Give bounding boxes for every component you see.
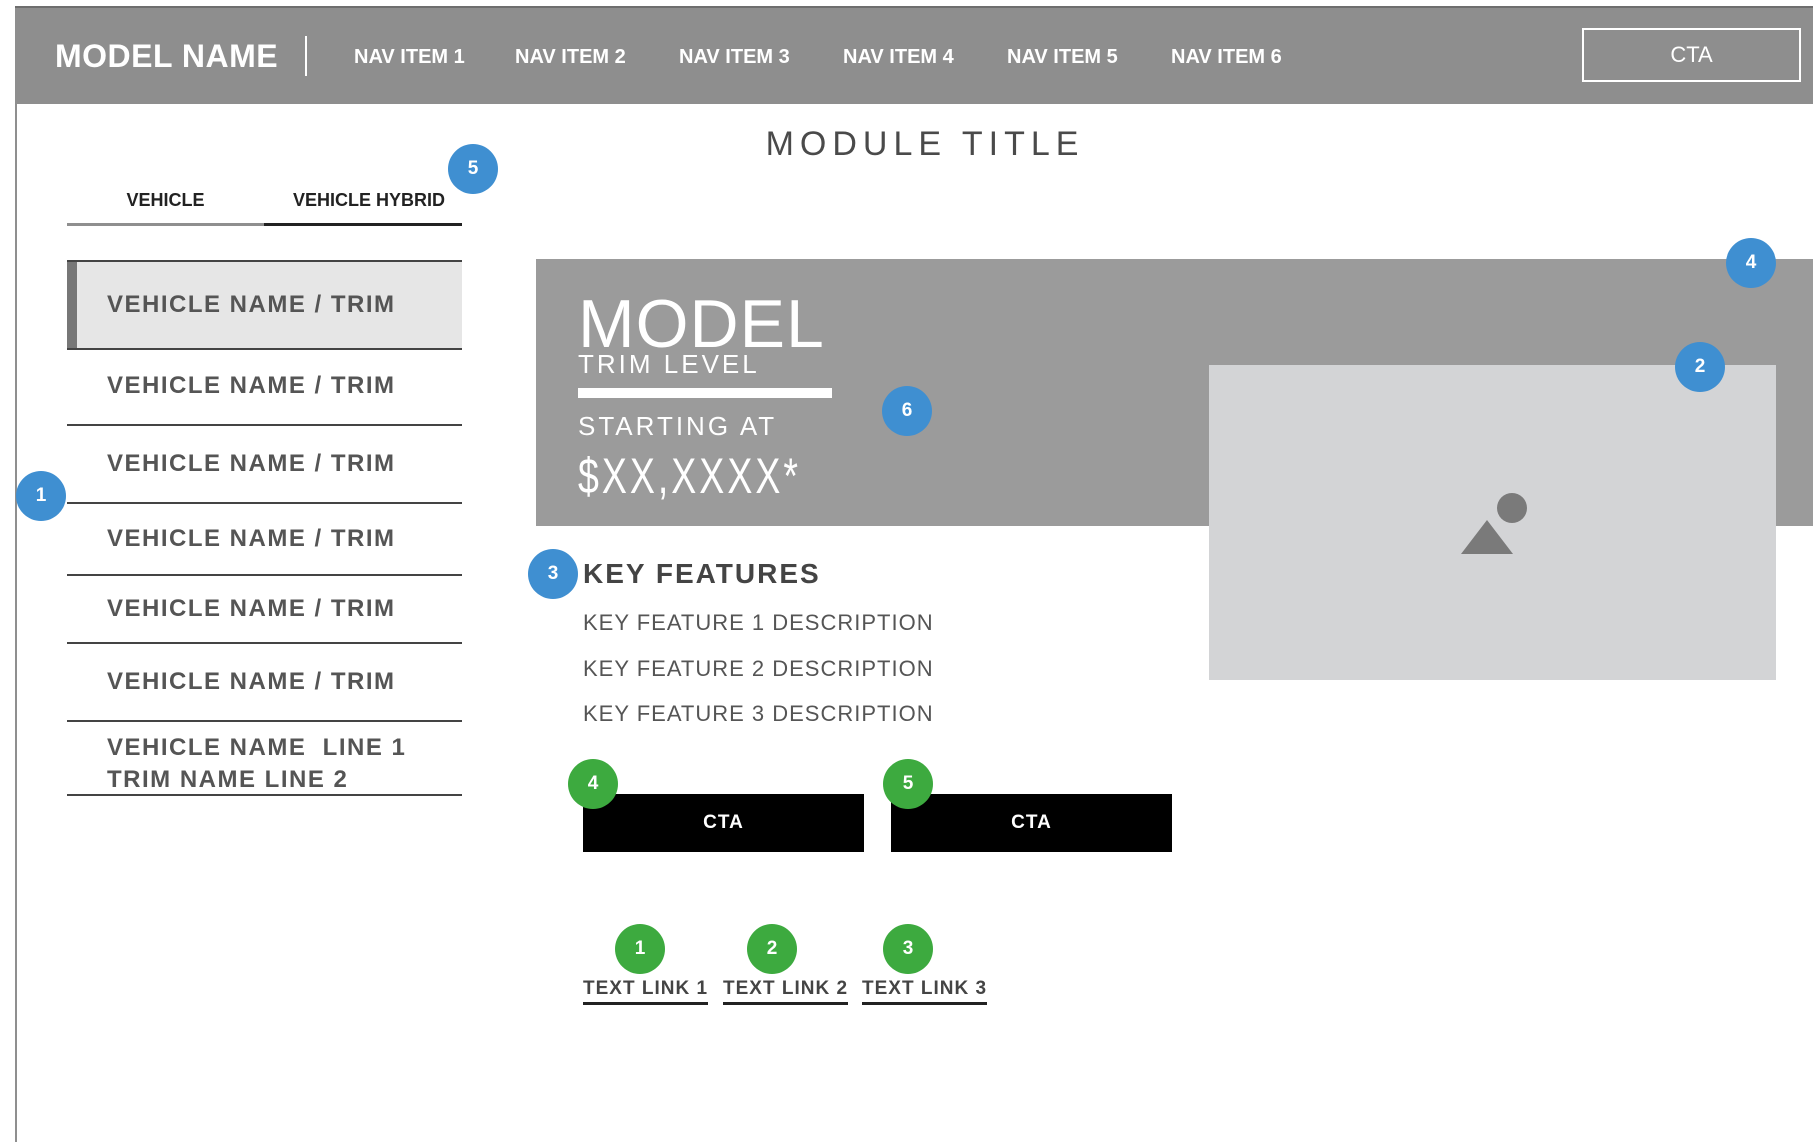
nav-item-4[interactable]: NAV ITEM 4	[843, 46, 954, 69]
hero-trim-level: TRIM LEVEL	[578, 349, 760, 379]
vehicle-list-item-active[interactable]: VEHICLE NAME / TRIM	[67, 262, 462, 348]
annotation-badge-green-3: 3	[883, 924, 933, 974]
hero-starting-at: STARTING AT	[578, 411, 778, 441]
frame-left-line	[15, 104, 17, 1142]
annotation-badge-green-1: 1	[615, 924, 665, 974]
annotation-badge-blue-5: 5	[448, 144, 498, 194]
annotation-badge-blue-2: 2	[1675, 342, 1725, 392]
text-link-1[interactable]: TEXT LINK 1	[583, 978, 709, 1005]
key-features-title: KEY FEATURES	[583, 558, 821, 589]
text-link-3[interactable]: TEXT LINK 3	[862, 978, 988, 1005]
key-feature-item: KEY FEATURE 1 DESCRIPTION	[583, 610, 934, 635]
trim-name-line-2: TRIM NAME LINE 2	[107, 766, 349, 793]
brand-title[interactable]: MODEL NAME	[55, 38, 278, 75]
key-feature-item: KEY FEATURE 2 DESCRIPTION	[583, 656, 934, 681]
vehicle-list-item[interactable]: VEHICLE NAME / TRIM	[67, 426, 462, 502]
key-feature-item: KEY FEATURE 3 DESCRIPTION	[583, 701, 934, 726]
hero-divider-bar	[578, 388, 832, 398]
annotation-badge-green-5: 5	[883, 759, 933, 809]
nav-item-1[interactable]: NAV ITEM 1	[354, 46, 465, 69]
image-icon-sun	[1497, 493, 1527, 523]
top-navigation: MODEL NAME NAV ITEM 1 NAV ITEM 2 NAV ITE…	[15, 8, 1813, 104]
vehicle-name-line-1: VEHICLE NAME LINE 1	[107, 734, 407, 761]
vehicle-list-item-multiline[interactable]: VEHICLE NAME LINE 1 TRIM NAME LINE 2	[67, 722, 462, 794]
annotation-badge-blue-4: 4	[1726, 238, 1776, 288]
nav-item-6[interactable]: NAV ITEM 6	[1171, 46, 1282, 69]
module-title: MODULE TITLE	[765, 125, 1085, 163]
annotation-badge-blue-6: 6	[882, 386, 932, 436]
annotation-badge-blue-1: 1	[16, 471, 66, 521]
brand-divider	[305, 36, 307, 76]
vehicle-image-placeholder	[1209, 365, 1776, 680]
tab-vehicle-hybrid[interactable]: VEHICLE HYBRID	[270, 190, 468, 211]
annotation-badge-green-2: 2	[747, 924, 797, 974]
tab-vehicle[interactable]: VEHICLE	[67, 190, 264, 211]
header-cta-button[interactable]: CTA	[1582, 28, 1801, 82]
annotation-badge-blue-3: 3	[528, 549, 578, 599]
nav-item-3[interactable]: NAV ITEM 3	[679, 46, 790, 69]
vehicle-list-item[interactable]: VEHICLE NAME / TRIM	[67, 644, 462, 720]
text-link-2[interactable]: TEXT LINK 2	[723, 978, 849, 1005]
hero-price: $XX,XXXX*	[578, 448, 801, 504]
list-divider	[67, 794, 462, 796]
vehicle-list-item[interactable]: VEHICLE NAME / TRIM	[67, 576, 462, 642]
tab-underline-active	[264, 223, 462, 226]
primary-cta-button[interactable]: CTA	[583, 794, 864, 852]
secondary-cta-button[interactable]: CTA	[891, 794, 1172, 852]
annotation-badge-green-4: 4	[568, 759, 618, 809]
image-icon-mountain	[1461, 520, 1513, 554]
vehicle-list-item[interactable]: VEHICLE NAME / TRIM	[67, 350, 462, 422]
vehicle-list-item[interactable]: VEHICLE NAME / TRIM	[67, 504, 462, 574]
nav-item-2[interactable]: NAV ITEM 2	[515, 46, 626, 69]
tab-underline-inactive	[67, 223, 264, 226]
nav-item-5[interactable]: NAV ITEM 5	[1007, 46, 1118, 69]
